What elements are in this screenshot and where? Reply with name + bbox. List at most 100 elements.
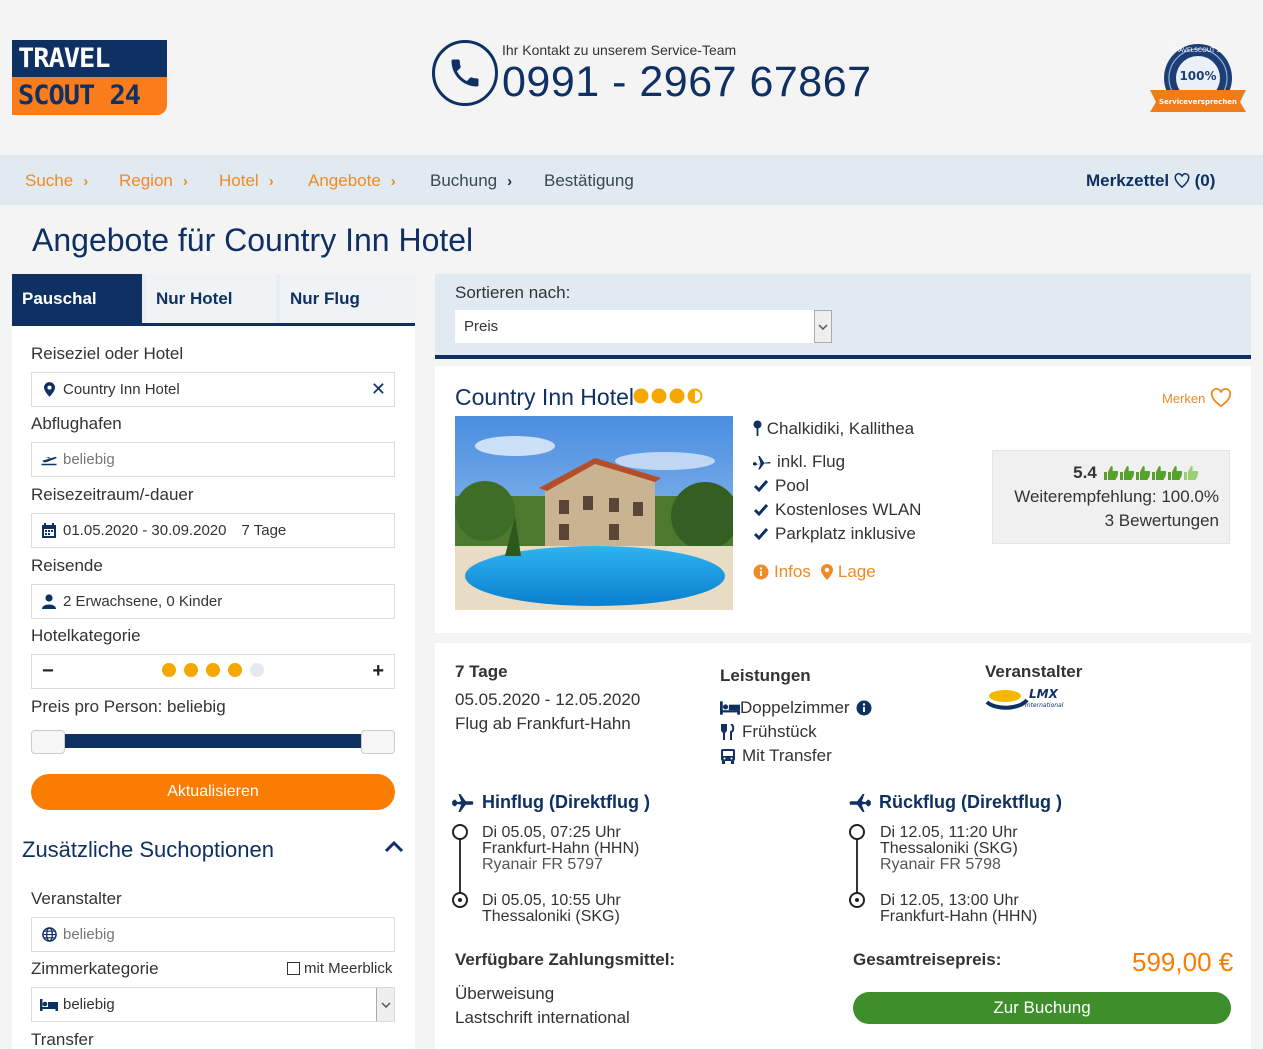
total-price: 599,00 € [1132, 947, 1234, 977]
hotel-photo[interactable] [455, 416, 739, 610]
chevron-right-icon: › [507, 173, 513, 190]
offer-flight-from: Flug ab Frankfurt-Hahn [455, 714, 631, 733]
outbound-carrier: Ryanair FR 5797 [482, 856, 603, 873]
category-dot[interactable] [206, 662, 220, 677]
price-label: Preis pro Person: beliebig [31, 697, 226, 716]
service-room: Doppelzimmer [720, 698, 872, 718]
hotel-star-3 [669, 388, 685, 404]
hotel-stars [633, 387, 705, 410]
bed-icon [720, 701, 740, 715]
check-icon [753, 528, 769, 541]
minus-icon[interactable]: − [42, 660, 54, 683]
payment-title: Verfügbare Zahlungsmittel: [455, 950, 676, 969]
tab-nur-flug[interactable]: Nur Flug [280, 274, 415, 323]
sort-value: Preis [464, 318, 499, 335]
category-dot[interactable] [184, 662, 198, 677]
service-contact: Ihr Kontakt zu unserem Service-Team 0991… [432, 40, 902, 110]
feature-wlan: Kostenloses WLAN [753, 500, 921, 520]
offer-card: 7 Tage 05.05.2020 - 12.05.2020 Flug ab F… [435, 643, 1251, 1049]
travellers-field[interactable]: 2 Erwachsene, 0 Kinder [31, 584, 395, 619]
thumbs-up-icon [1167, 466, 1183, 480]
contact-phone-number[interactable]: 0991 - 2967 67867 [502, 58, 872, 107]
period-field[interactable]: 01.05.2020 - 30.09.2020 7 Tage [31, 513, 395, 548]
airport-label: Abflughafen [31, 414, 122, 433]
category-label: Hotelkategorie [31, 626, 141, 645]
price-slider-track [45, 734, 381, 748]
chevron-up-icon[interactable] [384, 839, 404, 858]
bus-icon [721, 749, 735, 764]
sort-select[interactable]: Preis [455, 310, 832, 343]
return-arr-time: Di 12.05, 13:00 Uhr [880, 892, 1019, 909]
heart-icon [1174, 173, 1190, 189]
hotel-links: Infos Lage [753, 562, 876, 582]
service-seal: TRAVELSCOUT 24 100% Serviceversprechen [1146, 40, 1250, 120]
outbound-arr-time: Di 05.05, 10:55 Uhr [482, 892, 621, 909]
extra-options-title[interactable]: Zusätzliche Suchoptionen [22, 837, 274, 863]
return-title: Rückflug (Direktflug ) [849, 792, 1062, 813]
breadcrumb-hotel[interactable]: Hotel › [219, 171, 274, 191]
operator-field[interactable]: beliebig [31, 917, 395, 952]
rating-box[interactable]: 5.4 Weiterempfehlung: 100.0% 3 Bewertung… [992, 450, 1230, 544]
merken-button[interactable]: Merken [1162, 388, 1232, 408]
operator-title: Veranstalter [985, 662, 1083, 681]
return-timeline [849, 824, 865, 910]
category-dot[interactable] [228, 662, 242, 677]
check-icon [753, 504, 769, 517]
plane-icon [452, 793, 474, 812]
feature-flight: inkl. Flug [753, 452, 845, 472]
search-panel: Pauschal Nur Hotel Nur Flug Reiseziel od… [12, 274, 415, 1049]
seal-ribbon: Serviceversprechen [1159, 98, 1237, 106]
tab-pauschal[interactable]: Pauschal [12, 274, 142, 323]
breadcrumb-bestaetigung: Bestätigung [544, 171, 634, 190]
breadcrumb-region[interactable]: Region › [119, 171, 188, 191]
outbound-arr-airport: Thessaloniki (SKG) [482, 908, 620, 925]
price-slider-max-handle[interactable] [361, 730, 395, 754]
airport-field[interactable]: beliebig [31, 442, 395, 477]
airport-placeholder: beliebig [63, 451, 115, 468]
breadcrumb-suche[interactable]: Suche › [25, 171, 88, 191]
duration-value: 7 Tage [241, 522, 287, 539]
site-header: TRAVEL SCOUT 24 Ihr Kontakt zu unserem S… [0, 0, 1263, 155]
price-slider[interactable] [31, 730, 395, 754]
service-transfer: Mit Transfer [720, 746, 832, 766]
clear-icon[interactable]: ✕ [371, 379, 386, 400]
book-button[interactable]: Zur Buchung [853, 992, 1231, 1024]
chevron-right-icon: › [182, 173, 188, 190]
hotel-name[interactable]: Country Inn Hotel [455, 384, 634, 411]
search-tabs: Pauschal Nur Hotel Nur Flug [12, 274, 415, 326]
offer-dates: 05.05.2020 - 12.05.2020 [455, 690, 641, 709]
seaview-checkbox[interactable]: mit Meerblick [287, 960, 392, 977]
review-count: 3 Bewertungen [1104, 511, 1219, 530]
payment-direct-debit: Lastschrift international [455, 1008, 630, 1027]
price-slider-min-handle[interactable] [31, 730, 65, 754]
infos-link[interactable]: Infos [753, 562, 811, 582]
check-icon [753, 480, 769, 493]
info-icon [753, 564, 769, 580]
map-marker-icon [820, 564, 833, 580]
update-button[interactable]: Aktualisieren [31, 774, 395, 810]
room-select[interactable]: beliebig [31, 987, 395, 1022]
destination-field[interactable]: Country Inn Hotel ✕ [31, 372, 395, 407]
category-dots [158, 662, 268, 681]
service-breakfast: Frühstück [720, 722, 817, 742]
destination-label: Reiseziel oder Hotel [31, 344, 184, 363]
merkzettel-link[interactable]: Merkzettel (0) [1086, 171, 1215, 191]
info-icon[interactable] [856, 700, 872, 716]
thumbs-up-icon [1135, 466, 1151, 480]
globe-icon [40, 927, 58, 942]
checkbox-icon[interactable] [287, 962, 300, 975]
hotel-location: Chalkidiki, Kallithea [753, 419, 914, 439]
breadcrumb-angebote[interactable]: Angebote › [308, 171, 396, 191]
map-marker-icon [40, 382, 58, 397]
chevron-down-icon [814, 310, 832, 343]
return-dep-airport: Thessaloniki (SKG) [880, 840, 1018, 857]
chevron-down-icon [376, 988, 394, 1021]
plus-icon[interactable]: + [372, 660, 384, 683]
tab-nur-hotel[interactable]: Nur Hotel [146, 274, 276, 323]
operator-label: Veranstalter [31, 889, 122, 908]
category-dot[interactable] [162, 662, 176, 677]
lmx-logo-sub: International [1025, 702, 1064, 709]
category-dot[interactable] [250, 662, 264, 677]
lage-link[interactable]: Lage [820, 562, 876, 582]
travelscout-logo[interactable]: TRAVEL SCOUT 24 [12, 40, 167, 115]
